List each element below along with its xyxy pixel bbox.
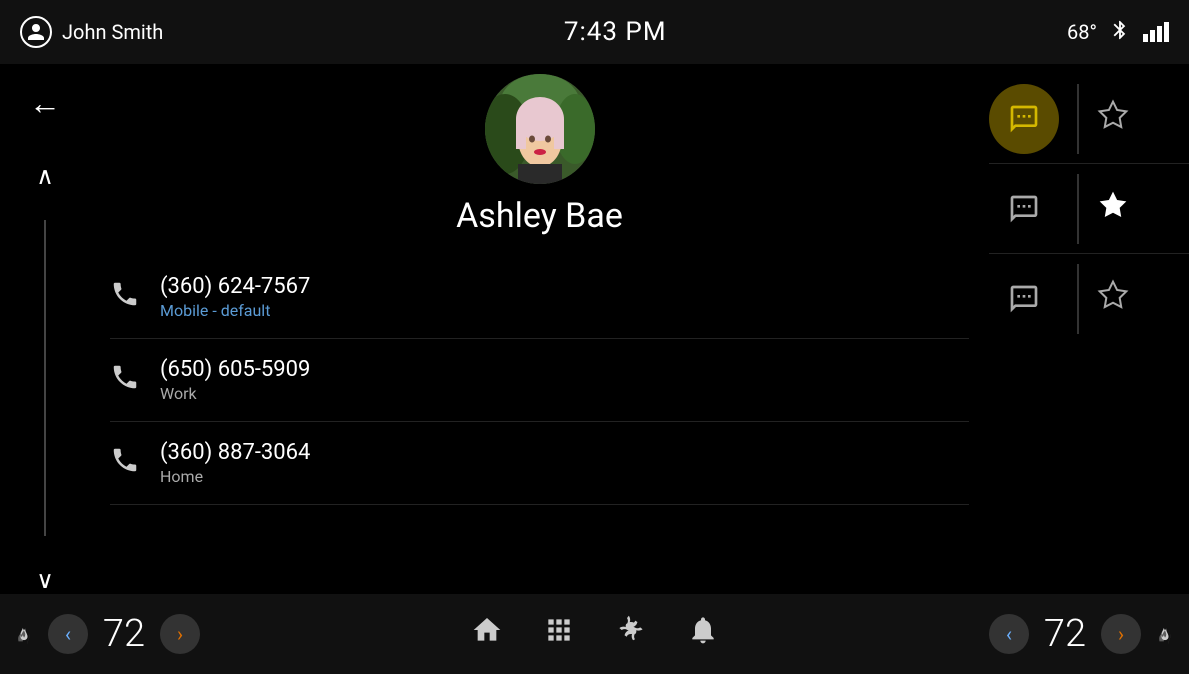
- scroll-down-icon[interactable]: ∨: [36, 566, 54, 594]
- favorite-button-1[interactable]: [1097, 99, 1129, 139]
- temp-right-value: 72: [1035, 612, 1095, 656]
- temp-left-decrease-button[interactable]: ‹: [48, 614, 88, 654]
- action-row-2: [989, 164, 1189, 254]
- heat-seat-left-icon: [10, 618, 38, 651]
- bottom-bar: ‹ 72 › ‹ 72: [0, 594, 1189, 674]
- status-left: John Smith: [20, 16, 163, 48]
- message-button-2[interactable]: [989, 174, 1059, 244]
- contact-avatar: [485, 74, 595, 184]
- action-row-3: [989, 254, 1189, 344]
- status-bar: John Smith 7:43 PM 68°: [0, 0, 1189, 64]
- temperature-display: 68°: [1067, 20, 1097, 44]
- temp-right-increase-button[interactable]: ›: [1101, 614, 1141, 654]
- phone-row-1[interactable]: (360) 624-7567 Mobile - default: [110, 256, 969, 339]
- bell-icon[interactable]: [687, 614, 719, 654]
- phone-list: (360) 624-7567 Mobile - default (650) 60…: [110, 256, 969, 505]
- scroll-divider: [44, 220, 46, 536]
- favorite-button-2[interactable]: [1097, 189, 1129, 229]
- message-button-3[interactable]: [989, 264, 1059, 334]
- phone-icon-1: [110, 279, 140, 316]
- phone-number-1: (360) 624-7567: [160, 274, 969, 299]
- back-button[interactable]: ←: [29, 84, 61, 122]
- bluetooth-icon: [1109, 19, 1131, 46]
- temp-left-increase-button[interactable]: ›: [160, 614, 200, 654]
- phone-label-2: Work: [160, 384, 969, 403]
- scroll-up-icon[interactable]: ∧: [36, 162, 54, 190]
- center-content: Ashley Bae (360) 624-7567 Mobile - defau…: [90, 64, 989, 594]
- right-actions: [989, 64, 1189, 594]
- phone-details-1: (360) 624-7567 Mobile - default: [160, 274, 969, 320]
- status-right: 68°: [1067, 19, 1169, 46]
- temp-right-control: ‹ 72 ›: [989, 612, 1189, 656]
- phone-icon-3: [110, 445, 140, 482]
- contact-name: Ashley Bae: [456, 196, 623, 236]
- phone-details-3: (360) 887-3064 Home: [160, 440, 969, 486]
- main-content: ← ∧ ∨: [0, 64, 1189, 594]
- phone-icon-2: [110, 362, 140, 399]
- phone-label-1: Mobile - default: [160, 301, 969, 320]
- message-button-1[interactable]: [989, 84, 1059, 154]
- user-avatar-icon: [20, 16, 52, 48]
- home-icon[interactable]: [471, 614, 503, 654]
- action-row-1: [989, 74, 1189, 164]
- phone-number-3: (360) 887-3064: [160, 440, 969, 465]
- left-sidebar: ← ∧ ∨: [0, 64, 90, 594]
- phone-row-3[interactable]: (360) 887-3064 Home: [110, 422, 969, 505]
- temp-right-decrease-button[interactable]: ‹: [989, 614, 1029, 654]
- grid-icon[interactable]: [543, 614, 575, 654]
- phone-row-2[interactable]: (650) 605-5909 Work: [110, 339, 969, 422]
- status-time: 7:43 PM: [564, 17, 667, 47]
- contact-header: Ashley Bae: [110, 74, 969, 236]
- phone-details-2: (650) 605-5909 Work: [160, 357, 969, 403]
- user-name: John Smith: [62, 20, 163, 44]
- favorite-button-3[interactable]: [1097, 279, 1129, 319]
- fan-icon[interactable]: [615, 614, 647, 654]
- action-divider-1: [1077, 84, 1079, 154]
- temp-left-value: 72: [94, 612, 154, 656]
- action-divider-3: [1077, 264, 1079, 334]
- phone-label-3: Home: [160, 467, 969, 486]
- action-divider-2: [1077, 174, 1079, 244]
- heat-seat-right-icon: [1151, 618, 1179, 651]
- signal-icon: [1143, 22, 1169, 42]
- temp-left-control: ‹ 72 ›: [0, 612, 200, 656]
- phone-number-2: (650) 605-5909: [160, 357, 969, 382]
- bottom-nav: [200, 614, 989, 654]
